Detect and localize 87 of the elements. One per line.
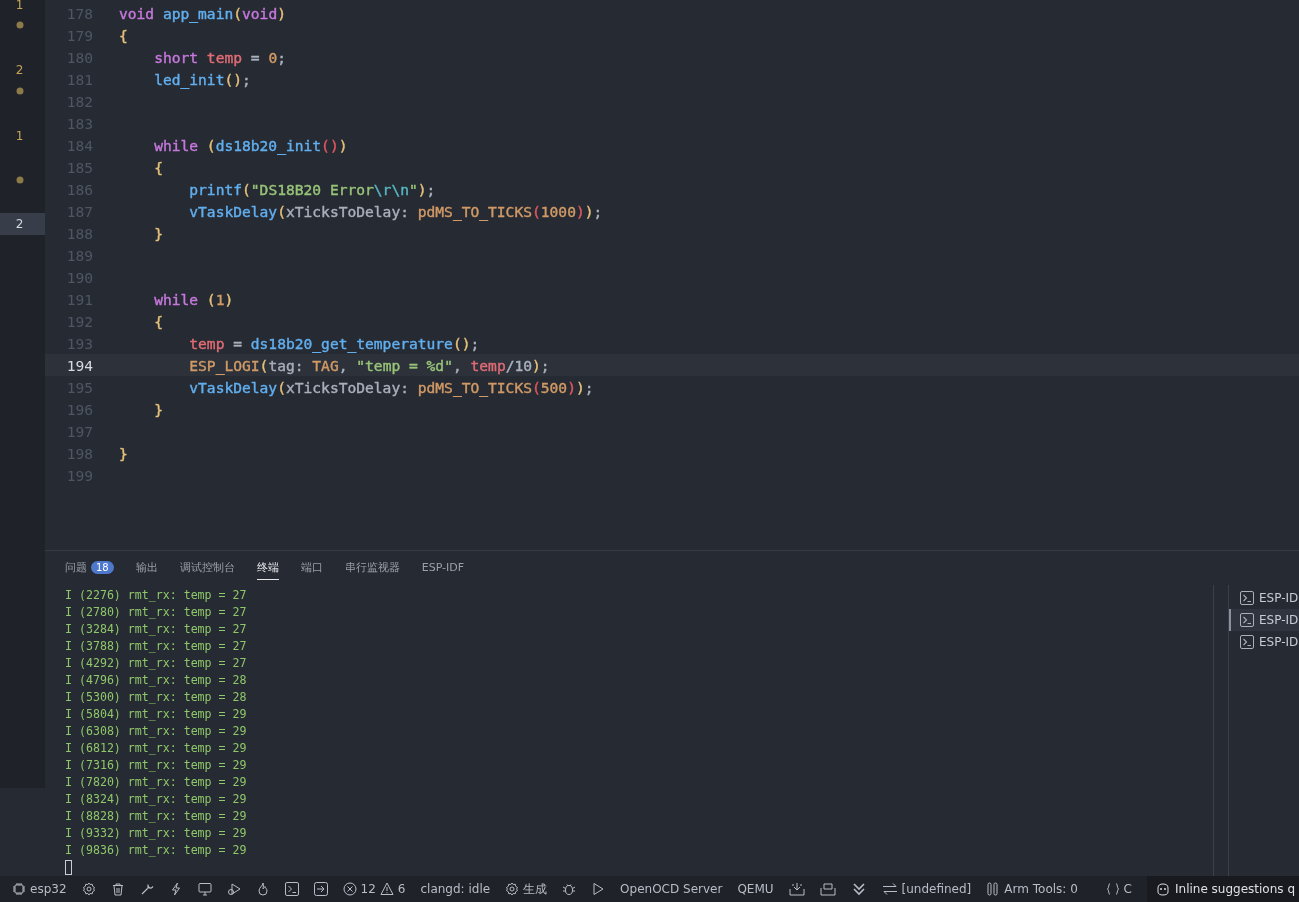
terminal-line: I (2780) rmt_rx: temp = 27 — [65, 604, 248, 621]
assistant-icon — [1155, 882, 1171, 896]
problems-indicator[interactable]: 12 6 — [342, 882, 406, 896]
terminal-line: I (4796) rmt_rx: temp = 28 — [65, 672, 248, 689]
play-icon[interactable] — [591, 882, 606, 896]
code-line: vTaskDelay(xTicksToDelay: pdMS_TO_TICKS(1000)); — [188, 202, 603, 220]
wrench-icon[interactable] — [139, 882, 154, 896]
flame-icon[interactable] — [255, 882, 270, 896]
terminal-line: I (7820) rmt_rx: temp = 29 — [65, 774, 248, 791]
debug-play-icon[interactable] — [226, 882, 241, 896]
code-line: void app_main(void) — [119, 4, 286, 22]
code-line: vTaskDelay(xTicksToDelay: pdMS_TO_TICKS(500)); — [188, 378, 594, 396]
code-line: { — [119, 26, 128, 44]
dot-icon — [15, 176, 24, 184]
trash-icon[interactable] — [110, 882, 125, 896]
arrow-box-icon[interactable] — [313, 882, 328, 896]
code-line: while (1) — [153, 290, 234, 308]
terminal-line: I (3284) rmt_rx: temp = 27 — [65, 621, 248, 638]
code-line: ESP_LOGI(tag: TAG, "temp = %d", temp/10); — [188, 356, 550, 374]
panel-tab[interactable]: 串行监视器 — [344, 556, 400, 580]
code-line: temp = ds18b20_get_temperature(); — [188, 334, 480, 352]
language-mode[interactable]: C — [1105, 882, 1132, 896]
dot-icon — [15, 87, 24, 95]
panel-tab[interactable]: 调试控制台 — [179, 556, 235, 580]
tools-icon — [986, 882, 1001, 896]
terminal-line: I (8828) rmt_rx: temp = 29 — [65, 808, 248, 825]
terminal-icon — [1240, 635, 1254, 649]
code-line: led_init(); — [153, 70, 251, 88]
arm-tools-status[interactable]: Arm Tools: 0 — [986, 882, 1078, 896]
terminal-line: I (6308) rmt_rx: temp = 29 — [65, 723, 248, 740]
gear-icon — [505, 882, 520, 896]
terminal-line: I (2276) rmt_rx: temp = 27 — [65, 587, 248, 604]
change-count: 1 — [15, 129, 25, 143]
terminal-line: I (5300) rmt_rx: temp = 28 — [65, 689, 248, 706]
monitor-icon[interactable] — [197, 882, 212, 896]
panel-tab[interactable]: ESP-IDF — [421, 557, 465, 579]
code-line: } — [153, 224, 163, 242]
build-button[interactable]: 生成 — [505, 880, 548, 898]
double-arrow-down-icon[interactable] — [850, 882, 867, 896]
terminal-list-item[interactable]: ESP-ID — [1229, 631, 1299, 653]
code-line: { — [153, 158, 163, 176]
code-line: printf("DS18B20 Error\r\n"); — [188, 180, 436, 198]
terminal-icon — [1240, 613, 1254, 627]
code-line: } — [119, 444, 128, 462]
panel-tab[interactable]: 端口 — [300, 556, 323, 580]
terminal-list-item[interactable]: ESP-ID — [1229, 609, 1299, 631]
panel-tab[interactable]: 问题 18 — [65, 556, 114, 580]
change-count: 2 — [15, 63, 25, 77]
line-number: 194 — [65, 356, 93, 374]
count-badge: 18 — [91, 561, 114, 574]
tray-icon[interactable] — [819, 882, 836, 896]
qemu-button[interactable]: QEMU — [737, 882, 774, 896]
terminal-line: I (8324) rmt_rx: temp = 29 — [65, 791, 248, 808]
dot-icon — [15, 21, 24, 29]
swap-arrows-icon — [881, 882, 898, 896]
terminal-icon[interactable] — [284, 882, 299, 896]
terminal-line: I (6812) rmt_rx: temp = 29 — [65, 740, 248, 757]
download-tray-icon[interactable] — [788, 882, 805, 896]
panel-tab[interactable]: 输出 — [135, 556, 158, 580]
braces-icon — [1105, 882, 1120, 896]
terminal-cursor — [65, 860, 72, 875]
terminal-icon — [1240, 591, 1254, 605]
code-line: } — [153, 400, 163, 418]
terminal-line: I (9332) rmt_rx: temp = 29 — [65, 825, 248, 842]
error-icon — [342, 882, 357, 896]
language-server-status[interactable]: clangd: idle — [420, 882, 491, 896]
code-line: while (ds18b20_init()) — [153, 136, 348, 154]
terminal-line: I (5804) rmt_rx: temp = 29 — [65, 706, 248, 723]
code-line: short temp = 0; — [153, 48, 286, 66]
change-count: 1 — [15, 0, 25, 12]
openocd-server-button[interactable]: OpenOCD Server — [620, 882, 723, 896]
change-count: 2 — [15, 217, 25, 231]
inline-suggestions-status[interactable]: Inline suggestions q — [1147, 876, 1299, 902]
scrollbar-track[interactable] — [1213, 585, 1229, 876]
chip-icon — [12, 882, 26, 896]
settings-icon[interactable] — [81, 882, 96, 896]
terminal-line: I (9836) rmt_rx: temp = 29 — [65, 842, 248, 859]
warning-icon — [379, 882, 394, 896]
terminal-list-item[interactable]: ESP-ID — [1229, 587, 1299, 609]
board-selector[interactable]: esp32 — [12, 882, 67, 896]
bug-icon[interactable] — [562, 882, 577, 896]
terminal-line: I (3788) rmt_rx: temp = 27 — [65, 638, 248, 655]
terminal-line: I (4292) rmt_rx: temp = 27 — [65, 655, 248, 672]
panel-tab[interactable]: 终端 — [256, 556, 279, 580]
port-selector[interactable]: [undefined] — [881, 882, 972, 896]
code-line: { — [153, 312, 163, 330]
terminal-line: I (7316) rmt_rx: temp = 29 — [65, 757, 248, 774]
